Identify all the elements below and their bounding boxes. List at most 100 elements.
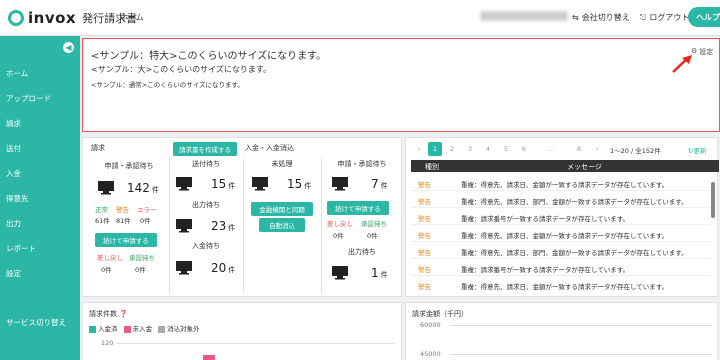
notice-medium-text: <サンプル：大>このくらいのサイズになります。 [91, 65, 272, 74]
monitor-icon [176, 261, 192, 275]
bank-sync-button[interactable]: 金融機関と同期 [251, 202, 313, 216]
table-row[interactable]: 警告 重複：得意先、請求日、金額が一致する請求データが存在しています。 [411, 174, 711, 191]
sidebar-item-invoice[interactable]: 請求 [6, 118, 21, 129]
switch-company-button[interactable]: ⇆ 会社切り替え [572, 12, 630, 23]
payment-output-count: 1件 [371, 266, 388, 280]
invoice-amount-chart-panel: 請求金額（千円） 60000 45000 [405, 302, 718, 360]
invoice-approval-count: 0件 [135, 266, 146, 274]
sidebar-item-customers[interactable]: 得意先 [6, 193, 29, 204]
payment-section-title: 入金・入金消込 [245, 144, 294, 152]
sidebar-item-settings[interactable]: 設定 [6, 268, 21, 279]
annotation-arrow-icon [672, 55, 692, 73]
page-2[interactable]: 2 [445, 142, 459, 156]
refresh-button[interactable]: ↻更新 [688, 145, 706, 155]
swap-icon: ⇆ [572, 13, 579, 22]
sidebar-item-send[interactable]: 送付 [6, 143, 21, 154]
summary-panel: 請求 請求書を作成する 入金・入金消込 申請・承認待ち 142 件 正常 警告 エ… [82, 137, 402, 297]
logo-icon [8, 10, 24, 26]
create-invoice-button[interactable]: 請求書を作成する [173, 142, 237, 156]
page-6[interactable]: 6 [517, 142, 531, 156]
prev-page-icon[interactable]: ‹ [412, 142, 426, 156]
page-1[interactable]: 1 [428, 142, 442, 156]
output-waiting-label: 出力待ち [192, 201, 220, 209]
table-row[interactable]: 警告 重複：得意先、請求日、金額が一致する請求データが存在しています。 [411, 276, 711, 293]
page-8[interactable]: 8 [572, 142, 586, 156]
logo[interactable]: invox 発行請求書 [8, 9, 137, 27]
table-row[interactable]: 警告 重複：得意先、請求日、部門、金額が一致する請求データが存在しています。 [411, 242, 711, 259]
col-type: 種別 [425, 163, 439, 171]
invoice-approval-label: 承認待ち [129, 254, 155, 262]
deposit-waiting-label: 入金待ち [192, 242, 220, 250]
account-name [480, 11, 568, 21]
page-3[interactable]: 3 [463, 142, 477, 156]
notice-settings-button[interactable]: ⚙ 設定 [691, 47, 713, 57]
chart-bar [203, 355, 215, 360]
invoice-pending-label: 申請・承認待ち [104, 162, 154, 170]
table-row[interactable]: 警告 重複：請求番号が一致する請求データが存在しています。 [411, 259, 711, 276]
send-waiting-count: 15 件 [211, 177, 236, 191]
y-tick: 120 [101, 339, 114, 347]
messages-scrollbar[interactable] [711, 182, 715, 218]
logout-label: ログアウト [649, 13, 690, 22]
table-row[interactable]: 警告 重複：請求番号が一致する請求データが存在しています。 [411, 208, 711, 225]
switch-company-label: 会社切り替え [581, 13, 630, 22]
monitor-icon [176, 177, 192, 191]
divider [169, 158, 170, 294]
payment-output-label: 出力待ち [348, 248, 376, 256]
payment-returned-label: 差し戻し [327, 220, 353, 228]
next-page-icon[interactable]: › [590, 142, 604, 156]
status-warning-label: 警告 [116, 206, 129, 214]
status-error-label: エラー [137, 206, 157, 214]
sidebar-item-home[interactable]: ホーム [6, 68, 28, 79]
sidebar-item-upload[interactable]: アップロード [6, 93, 51, 104]
y-tick: 60000 [420, 321, 441, 329]
legend-unpaid-swatch [123, 325, 131, 333]
help-button[interactable]: ヘルプ [688, 7, 720, 27]
deposit-waiting-count: 20 件 [211, 261, 236, 275]
notice-settings-label: 設定 [699, 48, 714, 56]
sidebar-item-report[interactable]: レポート [6, 243, 36, 254]
payment-unprocessed-count: 15 件 [287, 177, 312, 191]
help-icon[interactable]: ❓ [119, 310, 128, 318]
payment-returned-count: 0件 [333, 232, 344, 240]
status-warning-count: 81件 [116, 217, 131, 225]
table-row[interactable]: 警告 重複：得意先、請求日、部門、金額が一致する請求データが存在しています。 [411, 191, 711, 208]
payment-continue-button[interactable]: 続けて申請する [327, 201, 389, 215]
invoice-pending-count: 142 件 [127, 181, 159, 195]
invoice-amount-title: 請求金額（千円） [412, 310, 468, 318]
logout-button[interactable]: ⎋ ログアウト [640, 12, 689, 23]
invoice-count-chart-panel: 請求件数 ❓ 入金済 未入金 消込対象外 120 [82, 302, 402, 360]
payment-pending-count: 7件 [371, 177, 388, 191]
grid-line [450, 325, 712, 326]
divider [243, 158, 244, 294]
monitor-icon [252, 177, 268, 191]
invoice-count-title: 請求件数 ❓ [89, 310, 128, 318]
status-normal-label: 正常 [95, 206, 108, 214]
nav-home-link[interactable]: ホーム [120, 12, 144, 23]
status-error-count: 0件 [140, 217, 151, 225]
invoice-returned-label: 差し戻し [97, 254, 123, 262]
logout-icon: ⎋ [640, 12, 647, 22]
collapse-sidebar-icon[interactable]: ◀ [63, 42, 74, 53]
auto-reconcile-button[interactable]: 自動消込 [259, 218, 305, 232]
payment-pending-label: 申請・承認待ち [337, 160, 387, 168]
sidebar-item-payment[interactable]: 入金 [6, 168, 21, 179]
messages-table-header: 種別 メッセージ [411, 160, 719, 172]
refresh-label: 更新 [693, 147, 707, 155]
invoice-continue-button[interactable]: 続けて申請する [95, 233, 157, 247]
page-range: 1〜20 / 全152件 [610, 147, 661, 155]
table-row[interactable]: 警告 重複：得意先、請求日、金額が一致する請求データが存在しています。 [411, 225, 711, 242]
payment-approval-label: 承認待ち [361, 220, 387, 228]
monitor-icon [98, 181, 114, 195]
page-4[interactable]: 4 [481, 142, 495, 156]
grid-line [450, 354, 712, 355]
page-5[interactable]: 5 [499, 142, 513, 156]
payment-approval-count: 0件 [367, 232, 378, 240]
chart-legend: 入金済 未入金 消込対象外 [89, 323, 200, 333]
sidebar-item-output[interactable]: 出力 [6, 218, 21, 229]
sidebar-item-service-switch[interactable]: サービス切り替え [6, 317, 66, 328]
sidebar: ◀ ホーム アップロード 請求 送付 入金 得意先 出力 レポート 設定 サービ… [0, 36, 80, 360]
col-message: メッセージ [567, 163, 602, 171]
monitor-icon [332, 177, 348, 191]
legend-excluded-swatch [158, 325, 166, 333]
